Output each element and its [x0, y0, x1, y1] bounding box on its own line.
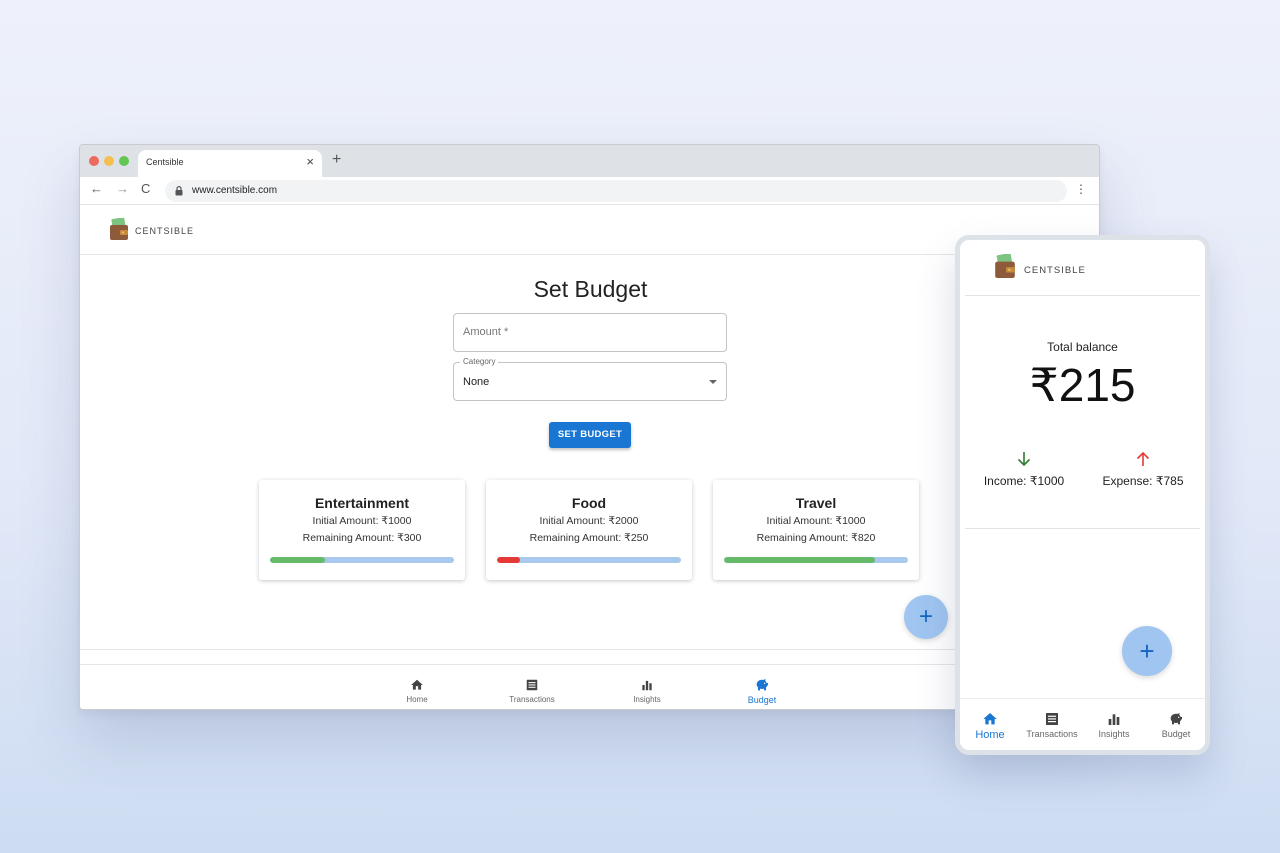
expense-text: Expense: ₹785 — [1102, 474, 1184, 488]
back-icon[interactable]: ← — [90, 182, 103, 195]
nav-label: Budget — [1161, 729, 1191, 739]
budget-progress-bar — [270, 557, 454, 563]
tab-strip: Centsible × + — [80, 145, 1099, 177]
browser-menu-icon[interactable]: ⋮ — [1075, 183, 1087, 195]
divider — [965, 528, 1200, 529]
wallet-logo-icon — [110, 218, 128, 240]
divider — [965, 295, 1200, 296]
brand-name: CENTSIBLE — [1024, 265, 1086, 276]
browser-tab[interactable]: Centsible × — [138, 150, 322, 177]
nav-home[interactable]: Home — [960, 711, 1022, 741]
budget-card-title: Food — [571, 495, 607, 511]
initial-amount: Initial Amount: ₹2000 — [539, 515, 639, 527]
list-icon — [526, 679, 538, 691]
browser-toolbar: ← → C www.centsible.com ⋮ — [80, 177, 1099, 205]
close-window-button[interactable] — [89, 156, 99, 166]
nav-label: Transactions — [509, 695, 555, 704]
arrow-down-icon — [1017, 452, 1031, 467]
budget-card-food: Food Initial Amount: ₹2000 Remaining Amo… — [486, 480, 692, 580]
list-icon — [1046, 713, 1058, 725]
bar-chart-icon — [1108, 714, 1120, 725]
initial-amount: Initial Amount: ₹1000 — [766, 515, 866, 527]
budget-card-entertainment: Entertainment Initial Amount: ₹1000 Rema… — [259, 480, 465, 580]
budget-progress-bar — [724, 557, 908, 563]
tab-title: Centsible — [146, 157, 184, 167]
page-title: Set Budget — [533, 276, 648, 302]
add-fab-button[interactable]: + — [1122, 626, 1172, 676]
remaining-amount: Remaining Amount: ₹300 — [302, 532, 422, 544]
tab-close-icon[interactable]: × — [306, 155, 314, 168]
piggy-bank-icon — [1170, 713, 1182, 725]
home-icon — [983, 713, 997, 725]
budget-progress-fill — [724, 557, 875, 563]
arrow-up-icon — [1136, 451, 1150, 466]
url-text: www.centsible.com — [192, 185, 278, 196]
new-tab-button[interactable]: + — [332, 152, 341, 168]
nav-label: Insights — [1098, 729, 1130, 739]
nav-label: Transactions — [1026, 729, 1078, 739]
nav-label: Budget — [747, 695, 777, 705]
maximize-window-button[interactable] — [119, 156, 129, 166]
nav-insights[interactable]: Insights — [1082, 711, 1146, 739]
home-icon — [411, 679, 423, 690]
lock-icon — [175, 186, 183, 196]
expense-stat: Expense: ₹785 — [1088, 450, 1198, 490]
budget-card-travel: Travel Initial Amount: ₹1000 Remaining A… — [713, 480, 919, 580]
bar-chart-icon — [642, 680, 652, 691]
category-label: Category — [460, 357, 499, 366]
nav-label: Home — [975, 729, 1005, 741]
nav-label: Home — [406, 695, 428, 704]
category-value: None — [463, 376, 490, 388]
brand-name: CENTSIBLE — [135, 226, 195, 236]
amount-placeholder: Amount * — [463, 326, 509, 338]
budget-card-title: Entertainment — [314, 495, 410, 511]
total-balance-value: ₹215 — [1029, 359, 1136, 411]
nav-insights[interactable]: Insights — [607, 677, 687, 704]
piggy-bank-icon — [756, 679, 768, 691]
nav-home[interactable]: Home — [377, 677, 457, 704]
set-budget-button[interactable]: SET BUDGET — [549, 422, 631, 448]
nav-budget[interactable]: Budget — [722, 677, 802, 705]
category-select[interactable]: Category None — [453, 357, 727, 401]
reload-icon[interactable]: C — [141, 182, 150, 195]
total-balance-label: Total balance — [1047, 340, 1118, 354]
initial-amount: Initial Amount: ₹1000 — [312, 515, 412, 527]
budget-progress-fill — [270, 557, 326, 563]
phone-frame: CENTSIBLE Total balance ₹215 Income: ₹10… — [955, 235, 1210, 755]
bottom-navigation: Home Transactions Insights Budget — [960, 698, 1205, 750]
income-text: Income: ₹1000 — [983, 474, 1065, 488]
budget-progress-fill — [497, 557, 520, 563]
nav-transactions[interactable]: Transactions — [492, 677, 572, 704]
address-bar[interactable]: www.centsible.com — [165, 180, 1067, 202]
wallet-logo-icon — [995, 254, 1015, 278]
nav-transactions[interactable]: Transactions — [1020, 711, 1084, 739]
minimize-window-button[interactable] — [104, 156, 114, 166]
remaining-amount: Remaining Amount: ₹250 — [529, 532, 649, 544]
add-fab-button[interactable]: + — [904, 595, 948, 639]
app-header: CENTSIBLE — [80, 206, 1099, 255]
income-stat: Income: ₹1000 — [969, 450, 1079, 490]
dropdown-arrow-icon — [709, 380, 717, 384]
budget-card-title: Travel — [795, 495, 837, 511]
amount-input[interactable]: Amount * — [453, 313, 727, 352]
browser-window: Centsible × + ← → C www.centsible.com ⋮ … — [79, 144, 1100, 710]
divider — [80, 649, 1099, 650]
forward-icon[interactable]: → — [116, 182, 129, 195]
budget-progress-bar — [497, 557, 681, 563]
remaining-amount: Remaining Amount: ₹820 — [756, 532, 876, 544]
nav-budget[interactable]: Budget — [1144, 711, 1205, 739]
nav-label: Insights — [633, 695, 661, 704]
bottom-navigation: Home Transactions Insights Budget — [80, 665, 1099, 709]
